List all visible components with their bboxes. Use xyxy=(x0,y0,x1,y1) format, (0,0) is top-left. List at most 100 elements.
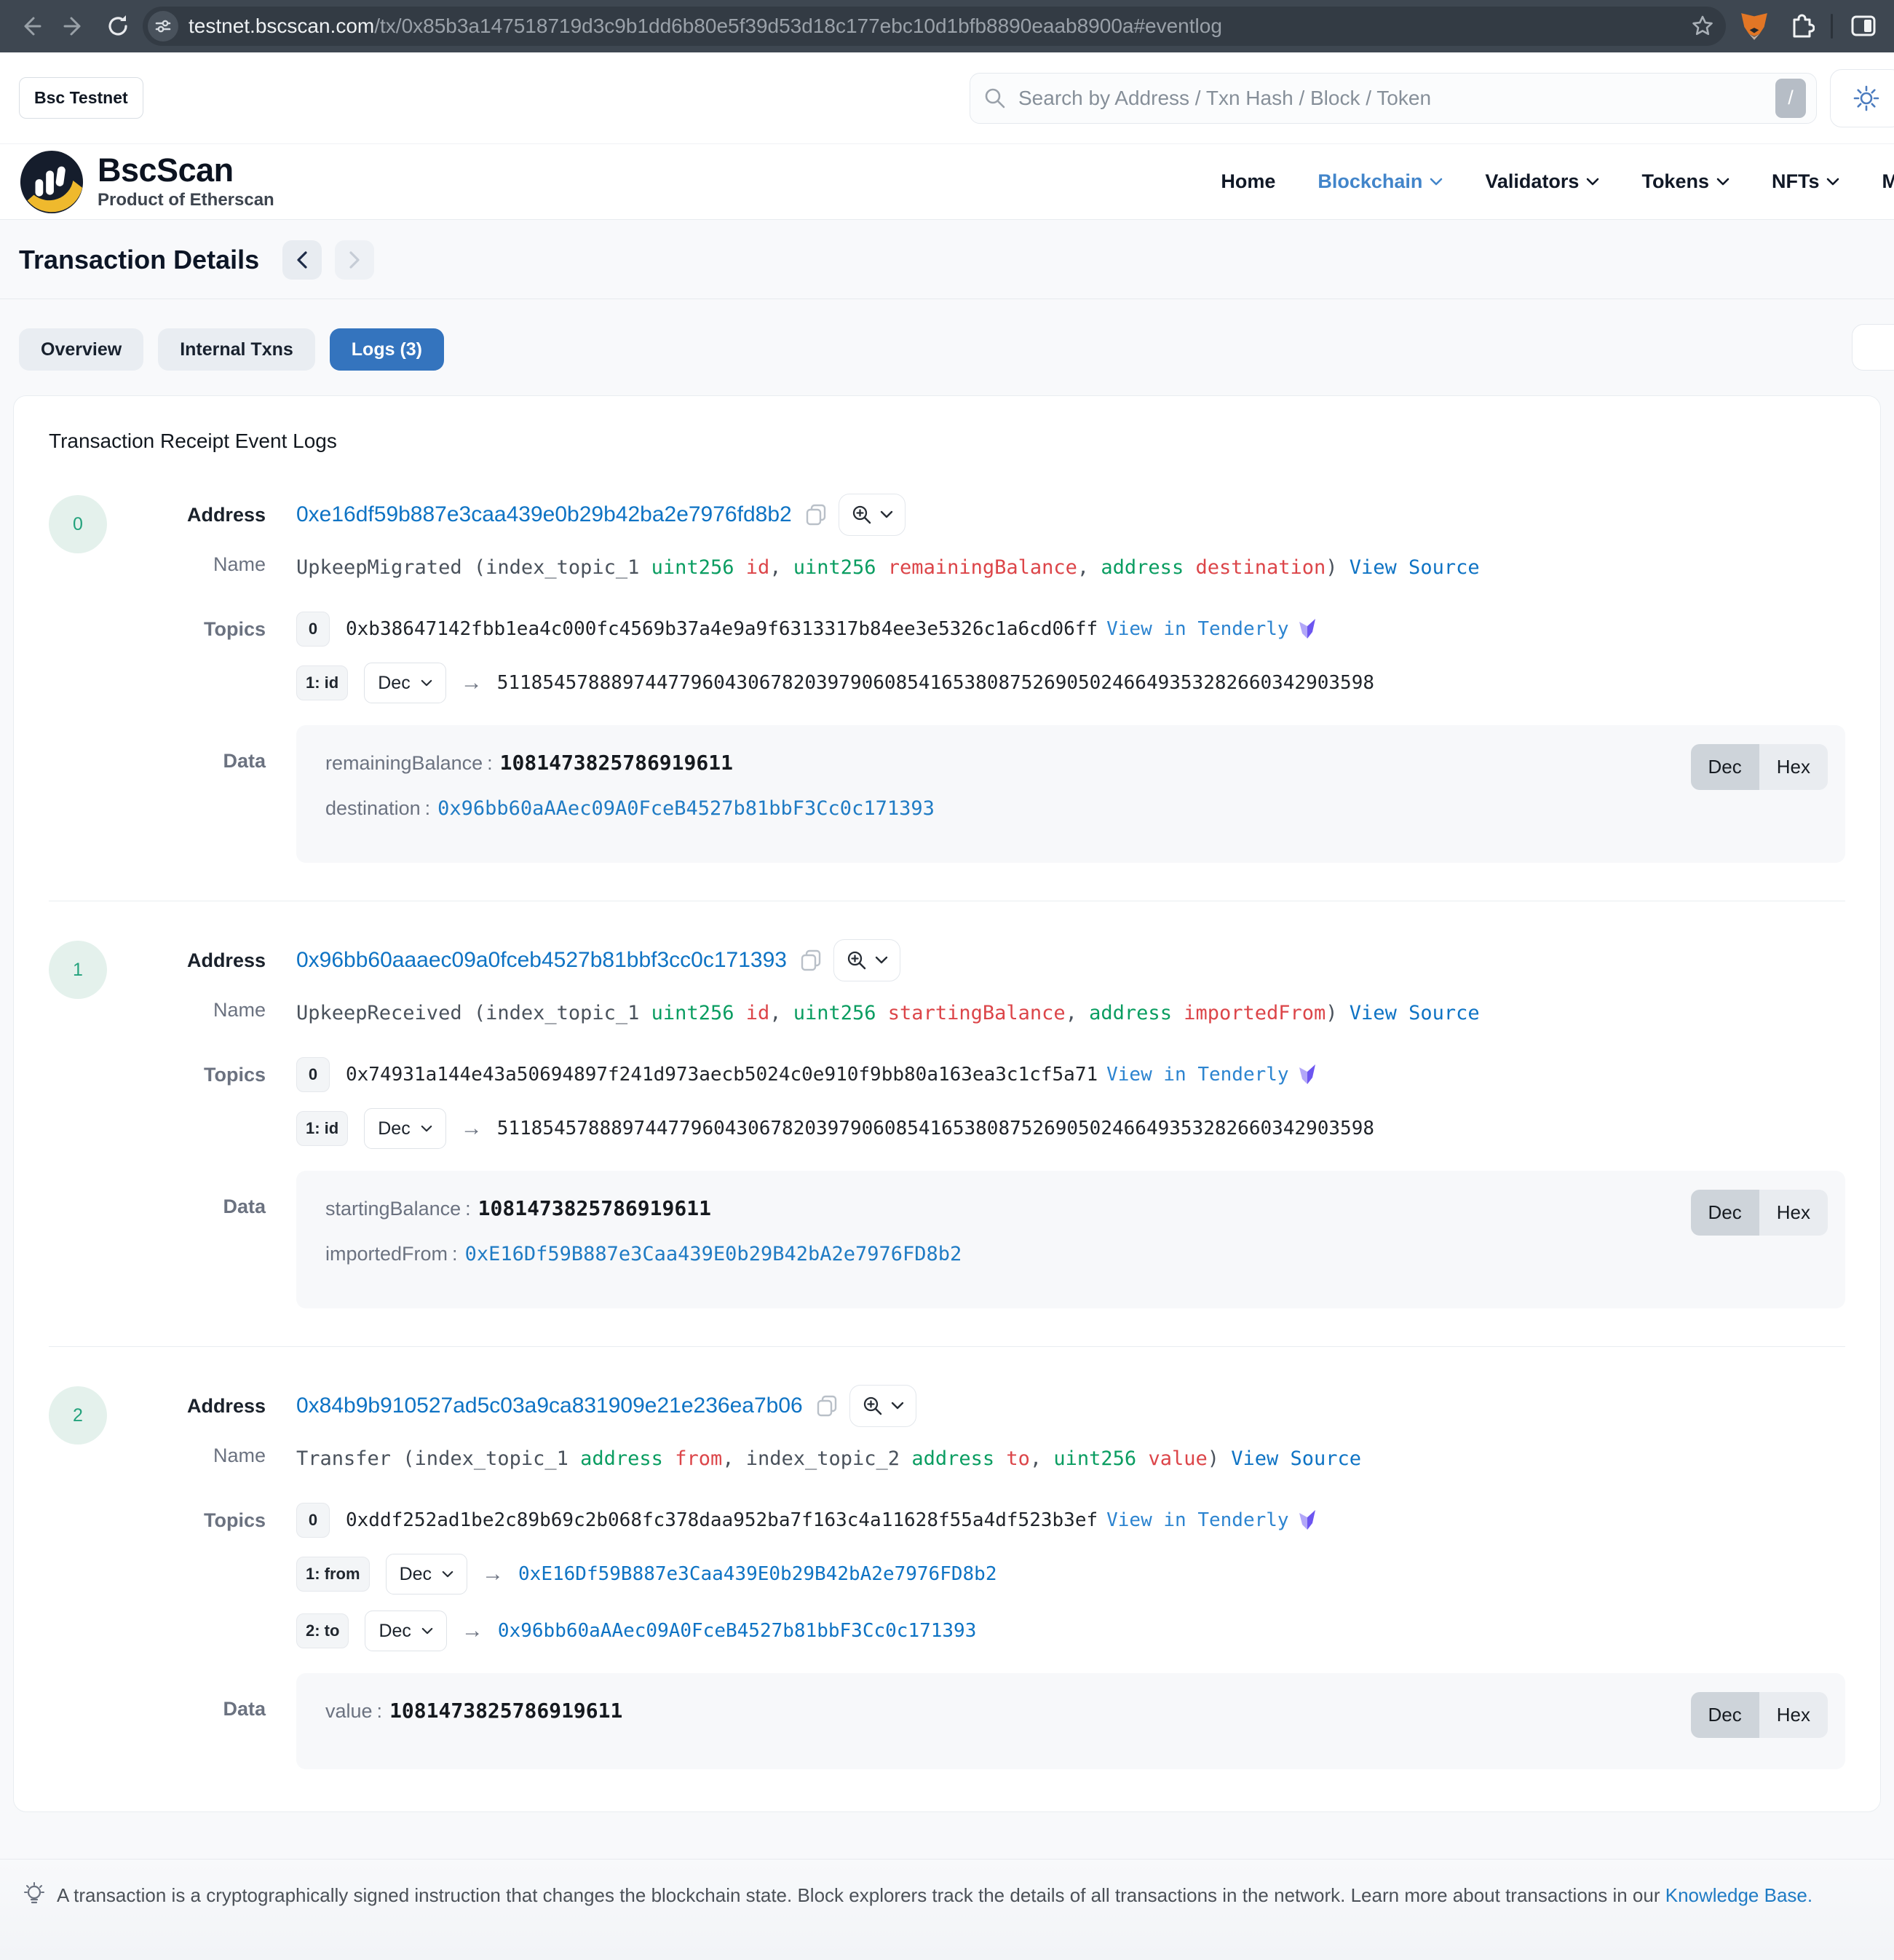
browser-back-button[interactable] xyxy=(12,7,49,45)
sig-param: id xyxy=(746,1002,770,1024)
log-index-column: 2 xyxy=(49,1385,120,1769)
copy-icon xyxy=(799,948,823,973)
view-source-link[interactable]: View Source xyxy=(1350,556,1480,579)
address-inspect-button[interactable] xyxy=(839,494,906,536)
dec-button[interactable]: Dec xyxy=(1691,744,1759,790)
log-index-badge: 0 xyxy=(49,495,107,553)
sig-text: ) xyxy=(1208,1447,1232,1470)
bscscan-logo[interactable]: BscScan Product of Etherscan xyxy=(19,149,274,215)
tenderly-icon xyxy=(1296,1509,1318,1532)
topics-label: Topics xyxy=(120,618,266,641)
topic-decoder-select[interactable]: Dec xyxy=(386,1554,467,1595)
card-heading: Transaction Receipt Event Logs xyxy=(14,430,1880,453)
next-txn-button[interactable] xyxy=(335,240,374,280)
browser-address-bar[interactable]: testnet.bscscan.com/tx/0x85b3a147518719d… xyxy=(143,7,1726,46)
nav-validators[interactable]: Validators xyxy=(1485,170,1599,193)
dec-button[interactable]: Dec xyxy=(1691,1692,1759,1738)
nav-nfts[interactable]: NFTs xyxy=(1772,170,1840,193)
side-panel-icon[interactable] xyxy=(1849,12,1878,41)
nav-blockchain[interactable]: Blockchain xyxy=(1318,170,1443,193)
log-address-link[interactable]: 0x84b9b910527ad5c03a9ca831909e21e236ea7b… xyxy=(296,1394,803,1418)
bookmark-star-icon[interactable] xyxy=(1689,13,1716,39)
data-row: remainingBalance:1081473825786919611 xyxy=(325,748,1816,778)
topic-decoder-select[interactable]: Dec xyxy=(365,1611,446,1651)
sun-icon xyxy=(1853,84,1880,112)
data-value-link[interactable]: 0xE16Df59B887e3Caa439E0b29B42bA2e7976FD8… xyxy=(465,1240,962,1269)
topic-decoder-select[interactable]: Dec xyxy=(364,1108,445,1149)
data-row: importedFrom:0xE16Df59B887e3Caa439E0b29B… xyxy=(325,1239,1816,1269)
topics-label: Topics xyxy=(120,1064,266,1086)
logo-text: BscScan Product of Etherscan xyxy=(98,154,274,210)
colon: : xyxy=(483,748,500,778)
data-value-link[interactable]: 0x96bb60aAAec09A0FceB4527b81bbF3Cc0c1713… xyxy=(437,794,935,823)
view-in-tenderly-link[interactable]: View in Tenderly xyxy=(1106,1509,1288,1531)
site-settings-icon[interactable] xyxy=(148,11,178,42)
log-index-column: 1 xyxy=(49,939,120,1308)
view-in-tenderly-link[interactable]: View in Tenderly xyxy=(1106,618,1288,640)
arrow-right-glyph: → xyxy=(461,671,483,695)
sig-param: remainingBalance xyxy=(888,556,1077,579)
address-inspect-button[interactable] xyxy=(849,1385,916,1427)
nav-home[interactable]: Home xyxy=(1221,170,1275,193)
nav-tokens[interactable]: Tokens xyxy=(1641,170,1729,193)
view-source-link[interactable]: View Source xyxy=(1350,1002,1480,1024)
dec-button[interactable]: Dec xyxy=(1691,1190,1759,1236)
sig-text: Transfer (index_topic_1 xyxy=(296,1447,580,1470)
search-icon xyxy=(983,87,1007,110)
main-nav: Home Blockchain Validators Tokens NFTs M… xyxy=(1221,170,1894,193)
tab-overview[interactable]: Overview xyxy=(19,328,143,371)
arrow-right-icon xyxy=(62,14,87,39)
view-source-link[interactable]: View Source xyxy=(1231,1447,1361,1470)
page-body: Transaction Details Overview Internal Tx… xyxy=(0,220,1894,1960)
tabs-overflow-button[interactable] xyxy=(1852,324,1894,371)
network-badge[interactable]: Bsc Testnet xyxy=(19,77,143,119)
hex-button[interactable]: Hex xyxy=(1759,1190,1828,1236)
search-input[interactable] xyxy=(1018,87,1764,110)
tab-logs[interactable]: Logs (3) xyxy=(330,328,444,371)
address-inspect-button[interactable] xyxy=(833,939,900,981)
hex-button[interactable]: Hex xyxy=(1759,744,1828,790)
topic-value-link[interactable]: 0xE16Df59B887e3Caa439E0b29B42bA2e7976FD8… xyxy=(518,1563,996,1585)
hex-button[interactable]: Hex xyxy=(1759,1692,1828,1738)
dec-hex-toggle: Dec Hex xyxy=(1691,1190,1828,1236)
data-label: Data xyxy=(120,1673,266,1720)
data-key: importedFrom xyxy=(325,1239,448,1268)
extensions-puzzle-icon[interactable] xyxy=(1786,12,1815,41)
copy-icon xyxy=(804,502,828,527)
search-box[interactable]: / xyxy=(970,73,1817,124)
address-label: Address xyxy=(120,1395,266,1418)
topic-decoder-select[interactable]: Dec xyxy=(364,663,445,703)
zoom-in-icon xyxy=(846,949,868,971)
browser-refresh-button[interactable] xyxy=(99,7,137,45)
knowledge-base-link[interactable]: Knowledge Base. xyxy=(1665,1884,1812,1906)
bscscan-logo-mark xyxy=(19,149,84,215)
site-header-search-row: Bsc Testnet / xyxy=(0,52,1894,144)
sig-text: , xyxy=(1030,1447,1054,1470)
browser-forward-button[interactable] xyxy=(55,7,93,45)
copy-address-button[interactable] xyxy=(799,948,823,973)
data-label: Data xyxy=(120,725,266,772)
data-key: value xyxy=(325,1696,373,1726)
topic-value-link[interactable]: 0x96bb60aAAec09A0FceB4527b81bbF3Cc0c1713… xyxy=(498,1620,976,1642)
copy-icon xyxy=(815,1394,839,1418)
sig-text: , xyxy=(1077,556,1101,579)
theme-toggle-button[interactable] xyxy=(1830,69,1894,127)
tab-internal-txns[interactable]: Internal Txns xyxy=(158,328,315,371)
refresh-icon xyxy=(105,13,131,39)
metamask-icon[interactable] xyxy=(1739,11,1770,42)
sig-type: uint256 xyxy=(651,1002,746,1024)
chevron-left-icon xyxy=(295,250,309,270)
chevron-down-icon xyxy=(421,679,432,687)
lightbulb-icon xyxy=(22,1881,47,1909)
nav-more[interactable]: More xyxy=(1882,170,1894,193)
name-label: Name xyxy=(120,999,266,1022)
copy-address-button[interactable] xyxy=(815,1394,839,1418)
chevron-down-icon xyxy=(1826,178,1839,186)
view-in-tenderly-link[interactable]: View in Tenderly xyxy=(1106,1064,1288,1086)
prev-txn-button[interactable] xyxy=(282,240,322,280)
url-text: testnet.bscscan.com/tx/0x85b3a147518719d… xyxy=(189,15,1679,38)
copy-address-button[interactable] xyxy=(804,502,828,527)
sig-type: uint256 xyxy=(651,556,746,579)
log-address-link[interactable]: 0xe16df59b887e3caa439e0b29b42ba2e7976fd8… xyxy=(296,502,792,527)
log-address-link[interactable]: 0x96bb60aaaec09a0fceb4527b81bbf3cc0c1713… xyxy=(296,948,787,973)
